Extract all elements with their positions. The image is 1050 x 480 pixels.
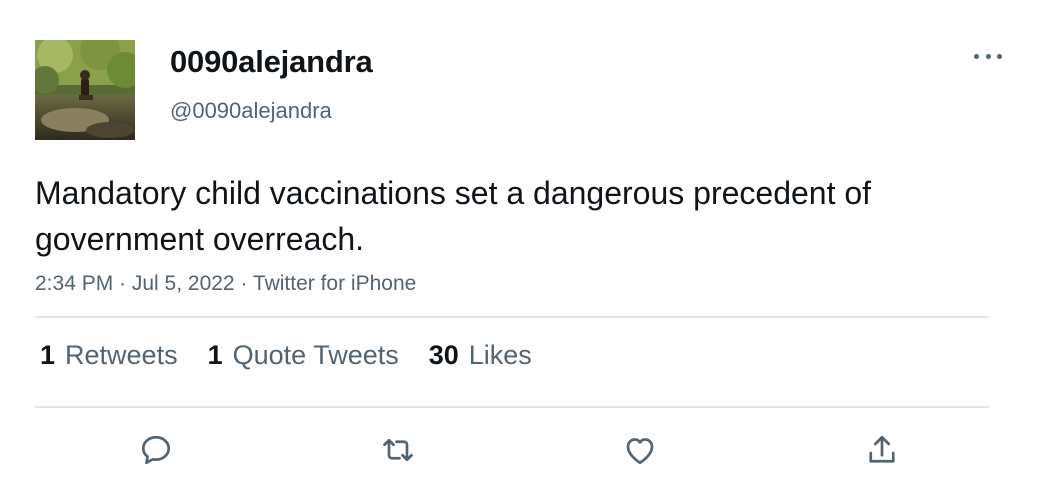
share-icon — [869, 435, 895, 463]
likes-stat[interactable]: 30 Likes — [429, 340, 532, 371]
engagement-stats: 1 Retweets 1 Quote Tweets 30 Likes — [40, 340, 532, 371]
more-dot — [974, 53, 979, 59]
divider — [35, 316, 989, 318]
avatar[interactable] — [35, 40, 135, 140]
reply-button[interactable] — [136, 430, 176, 470]
quote-tweets-stat[interactable]: 1 Quote Tweets — [208, 340, 399, 371]
user-handle[interactable]: @0090alejandra — [170, 98, 332, 124]
likes-count: 30 — [428, 340, 459, 370]
retweet-icon — [383, 438, 413, 462]
display-name[interactable]: 0090alejandra — [170, 44, 373, 80]
more-dot — [997, 53, 1002, 59]
share-button[interactable] — [862, 430, 902, 470]
retweets-count: 1 — [40, 340, 56, 370]
more-dot — [985, 53, 991, 59]
divider — [35, 406, 989, 408]
retweet-button[interactable] — [378, 430, 418, 470]
likes-label: Likes — [468, 340, 532, 370]
reply-icon — [141, 435, 171, 465]
retweets-stat[interactable]: 1 Retweets — [40, 340, 178, 371]
more-options-icon[interactable] — [972, 44, 1004, 68]
heart-icon — [626, 438, 654, 465]
tweet-meta[interactable]: 2:34 PM · Jul 5, 2022 · Twitter for iPho… — [35, 272, 416, 296]
like-button[interactable] — [620, 430, 660, 470]
avatar-photo — [35, 40, 135, 140]
tweet-text: Mandatory child vaccinations set a dange… — [35, 175, 872, 257]
quote-tweets-label: Quote Tweets — [232, 340, 399, 370]
retweets-label: Retweets — [65, 340, 178, 370]
quote-tweets-count: 1 — [207, 340, 223, 370]
